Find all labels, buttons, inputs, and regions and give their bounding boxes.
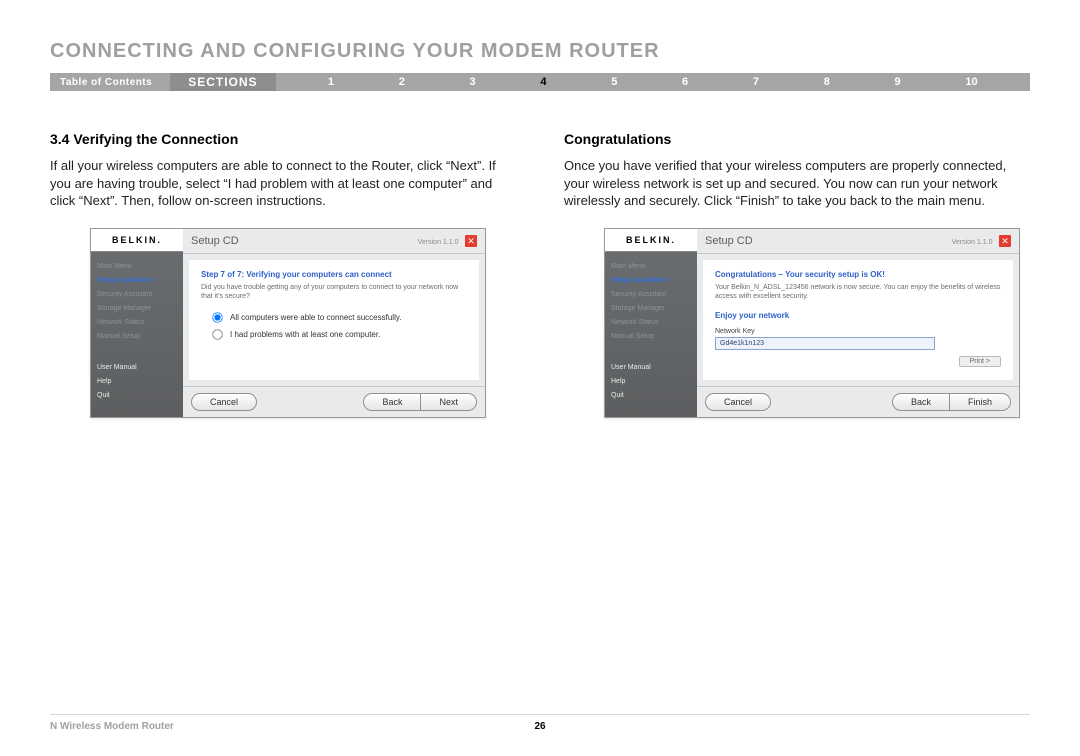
toc-link[interactable]: Table of Contents (50, 77, 170, 88)
close-icon[interactable]: ✕ (999, 235, 1011, 247)
section-link-9[interactable]: 9 (895, 76, 901, 88)
close-icon[interactable]: ✕ (465, 235, 477, 247)
page-title: CONNECTING AND CONFIGURING YOUR MODEM RO… (50, 40, 1030, 63)
step-subtext: Did you have trouble getting any of your… (201, 283, 467, 301)
left-column: 3.4 Verifying the Connection If all your… (50, 131, 516, 418)
network-key-field[interactable]: Gd4e1k1n123 (715, 337, 935, 350)
section-link-5[interactable]: 5 (611, 76, 617, 88)
sidebar-item-setup-assistant[interactable]: Setup Assistant > (611, 275, 691, 286)
section-link-2[interactable]: 2 (399, 76, 405, 88)
sidebar-item-main-menu[interactable]: Main Menu (611, 261, 691, 272)
print-button[interactable]: Print > (959, 356, 1001, 367)
sidebar-item-storage-manager[interactable]: Storage Manager (97, 303, 177, 314)
sidebar-item-user-manual[interactable]: User Manual (611, 362, 691, 373)
radio-all-connected[interactable]: All computers were able to connect succe… (211, 311, 467, 324)
radio-had-problems-input[interactable] (212, 329, 222, 339)
sidebar-item-storage-manager[interactable]: Storage Manager (611, 303, 691, 314)
sidebar-item-help[interactable]: Help (97, 376, 177, 387)
left-body: If all your wireless computers are able … (50, 157, 516, 210)
sidebar-item-user-manual[interactable]: User Manual (97, 362, 177, 373)
sidebar-item-setup-assistant[interactable]: Setup Assistant > (97, 275, 177, 286)
back-button[interactable]: Back (363, 393, 421, 411)
setup-cd-window-congrats: BELKIN. Main Menu Setup Assistant > Secu… (604, 228, 1020, 418)
sidebar-item-network-status[interactable]: Network Status (97, 317, 177, 328)
app-version: Version 1.1.0 (952, 239, 993, 246)
finish-button[interactable]: Finish (950, 393, 1011, 411)
product-name: N Wireless Modem Router (50, 721, 174, 732)
app-title: Setup CD (705, 235, 753, 247)
section-link-1[interactable]: 1 (328, 76, 334, 88)
section-link-10[interactable]: 10 (965, 76, 977, 88)
sidebar-item-network-status[interactable]: Network Status (611, 317, 691, 328)
sidebar-item-main-menu[interactable]: Main Menu (97, 261, 177, 272)
app-sidebar: BELKIN. Main Menu Setup Assistant > Secu… (605, 229, 697, 417)
section-link-6[interactable]: 6 (682, 76, 688, 88)
sidebar-item-quit[interactable]: Quit (97, 390, 177, 401)
radio-had-problems-label: I had problems with at least one compute… (230, 330, 380, 339)
sidebar-item-quit[interactable]: Quit (611, 390, 691, 401)
radio-all-connected-label: All computers were able to connect succe… (230, 313, 401, 322)
sidebar-item-help[interactable]: Help (611, 376, 691, 387)
section-link-4[interactable]: 4 (540, 76, 546, 88)
network-key-label: Network Key (715, 328, 1001, 335)
belkin-logo: BELKIN. (91, 229, 183, 252)
next-button[interactable]: Next (421, 393, 477, 411)
sidebar-item-manual-setup[interactable]: Manual Setup (611, 331, 691, 342)
right-body: Once you have verified that your wireles… (564, 157, 1030, 210)
belkin-logo: BELKIN. (605, 229, 697, 252)
congrats-heading: Congratulations – Your security setup is… (715, 270, 1001, 279)
app-title: Setup CD (191, 235, 239, 247)
setup-cd-window-verify: BELKIN. Main Menu Setup Assistant > Secu… (90, 228, 486, 418)
sections-label: SECTIONS (170, 73, 275, 91)
congrats-subtext: Your Belkin_N_ADSL_123456 network is now… (715, 283, 1001, 301)
app-sidebar: BELKIN. Main Menu Setup Assistant > Secu… (91, 229, 183, 417)
sidebar-item-security-assistant[interactable]: Security Assistant (611, 289, 691, 300)
sidebar-item-manual-setup[interactable]: Manual Setup (97, 331, 177, 342)
back-button[interactable]: Back (892, 393, 950, 411)
section-link-3[interactable]: 3 (470, 76, 476, 88)
section-link-8[interactable]: 8 (824, 76, 830, 88)
radio-had-problems[interactable]: I had problems with at least one compute… (211, 328, 467, 341)
section-link-7[interactable]: 7 (753, 76, 759, 88)
left-heading: 3.4 Verifying the Connection (50, 131, 516, 147)
page-footer: N Wireless Modem Router 26 (50, 714, 1030, 732)
cancel-button[interactable]: Cancel (191, 393, 257, 411)
enjoy-heading: Enjoy your network (715, 311, 1001, 320)
page-number: 26 (534, 721, 545, 732)
sidebar-item-security-assistant[interactable]: Security Assistant (97, 289, 177, 300)
app-version: Version 1.1.0 (418, 239, 459, 246)
radio-all-connected-input[interactable] (212, 312, 222, 322)
cancel-button[interactable]: Cancel (705, 393, 771, 411)
sections-nav: Table of Contents SECTIONS 1 2 3 4 5 6 7 8 9 10 (50, 73, 1030, 91)
right-heading: Congratulations (564, 131, 1030, 147)
right-column: Congratulations Once you have verified t… (564, 131, 1030, 418)
step-heading: Step 7 of 7: Verifying your computers ca… (201, 270, 467, 279)
